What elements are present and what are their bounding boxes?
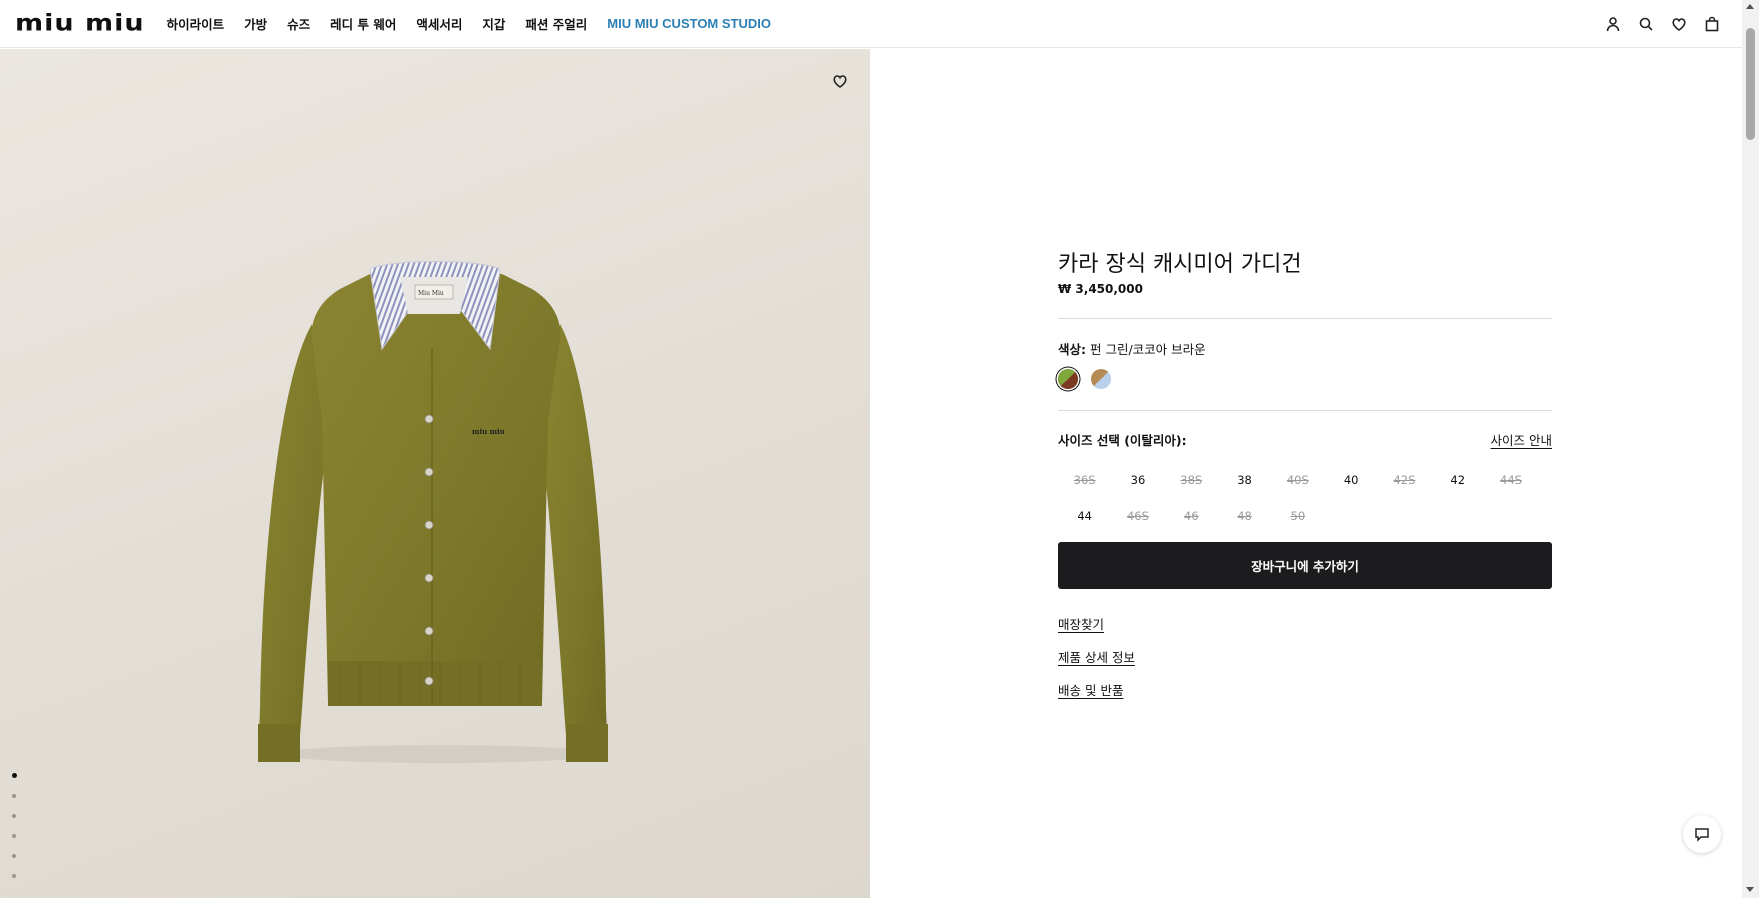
nav-item-wallets[interactable]: 지갑: [482, 14, 505, 33]
scroll-down-icon[interactable]: [1746, 887, 1754, 892]
size-option[interactable]: 38: [1218, 462, 1271, 498]
size-option[interactable]: 44S: [1484, 462, 1537, 498]
store-locator-link[interactable]: 매장찾기: [1058, 614, 1104, 633]
product-gallery[interactable]: miu miu Miu Miu: [0, 49, 870, 898]
chat-icon[interactable]: [1683, 815, 1721, 853]
scroll-thumb[interactable]: [1746, 28, 1755, 140]
divider: [1058, 318, 1552, 319]
color-value: 펀 그린/코코아 브라운: [1089, 342, 1206, 357]
svg-text:miu miu: miu miu: [472, 427, 505, 436]
garment-label: Miu Miu: [418, 290, 444, 297]
size-option[interactable]: 42: [1431, 462, 1484, 498]
product-image: miu miu Miu Miu: [258, 261, 608, 763]
gallery-dot[interactable]: [12, 814, 16, 818]
size-option[interactable]: 48: [1218, 498, 1271, 534]
gallery-dot[interactable]: [12, 794, 16, 798]
size-option[interactable]: 36: [1111, 462, 1164, 498]
size-option[interactable]: 40S: [1271, 462, 1324, 498]
page-scrollbar[interactable]: [1742, 0, 1759, 898]
account-icon[interactable]: [1596, 0, 1629, 48]
gallery-dot[interactable]: [12, 874, 16, 878]
shipping-returns-link[interactable]: 배송 및 반품: [1058, 680, 1123, 699]
size-option[interactable]: 38S: [1165, 462, 1218, 498]
gallery-dot[interactable]: [12, 854, 16, 858]
shopping-bag-icon[interactable]: [1695, 0, 1728, 48]
color-selection: 색상: 펀 그린/코코아 브라운: [1058, 339, 1206, 358]
nav-item-custom-studio[interactable]: MIU MIU CUSTOM STUDIO: [607, 16, 771, 31]
main-nav: 하이라이트 가방 슈즈 레디 투 웨어 액세서리 지갑 패션 주얼리 MIU M…: [167, 14, 791, 33]
size-option[interactable]: 44: [1058, 498, 1111, 534]
add-to-cart-button[interactable]: 장바구니에 추가하기: [1058, 542, 1552, 589]
nav-item-shoes[interactable]: 슈즈: [287, 14, 310, 33]
heart-icon[interactable]: [1662, 0, 1695, 48]
color-label: 색상:: [1058, 342, 1086, 357]
brand-logo[interactable]: miu miu: [15, 12, 145, 35]
size-option[interactable]: 46: [1165, 498, 1218, 534]
gallery-pagination: [11, 773, 17, 894]
size-label: 사이즈 선택 (이탈리아):: [1058, 433, 1187, 448]
gallery-dot[interactable]: [11, 773, 17, 778]
nav-item-ready-to-wear[interactable]: 레디 투 웨어: [330, 14, 396, 33]
size-option[interactable]: 40: [1324, 462, 1377, 498]
size-option[interactable]: 50: [1271, 498, 1324, 534]
nav-item-accessories[interactable]: 액세서리: [416, 14, 462, 33]
search-icon[interactable]: [1629, 0, 1662, 48]
nav-item-bags[interactable]: 가방: [244, 14, 267, 33]
product-details-link[interactable]: 제품 상세 정보: [1058, 647, 1135, 666]
scroll-up-icon[interactable]: [1746, 4, 1754, 9]
size-guide-link[interactable]: 사이즈 안내: [1491, 430, 1552, 449]
color-swatches: [1058, 369, 1124, 389]
divider: [1058, 410, 1552, 411]
size-header: 사이즈 선택 (이탈리아): 사이즈 안내: [1058, 430, 1552, 449]
color-swatch-fern-green-cocoa-brown[interactable]: [1058, 369, 1078, 389]
size-option[interactable]: 42S: [1378, 462, 1431, 498]
header-actions: [1596, 0, 1728, 48]
nav-item-highlights[interactable]: 하이라이트: [167, 14, 225, 33]
site-header: miu miu 하이라이트 가방 슈즈 레디 투 웨어 액세서리 지갑 패션 주…: [0, 0, 1742, 48]
nav-item-fashion-jewelry[interactable]: 패션 주얼리: [525, 14, 587, 33]
size-options: 36S 36 38S 38 40S 40 42S 42 44S 44 46S 46 48 50: [1058, 462, 1552, 534]
product-price: ₩ 3,450,000: [1058, 282, 1143, 296]
size-option[interactable]: 36S: [1058, 462, 1111, 498]
product-title: 카라 장식 캐시미어 가디건: [1058, 252, 1302, 277]
wishlist-heart-icon[interactable]: [829, 70, 851, 92]
gallery-dot[interactable]: [12, 834, 16, 838]
color-swatch-alt[interactable]: [1091, 369, 1111, 389]
size-option[interactable]: 46S: [1111, 498, 1164, 534]
